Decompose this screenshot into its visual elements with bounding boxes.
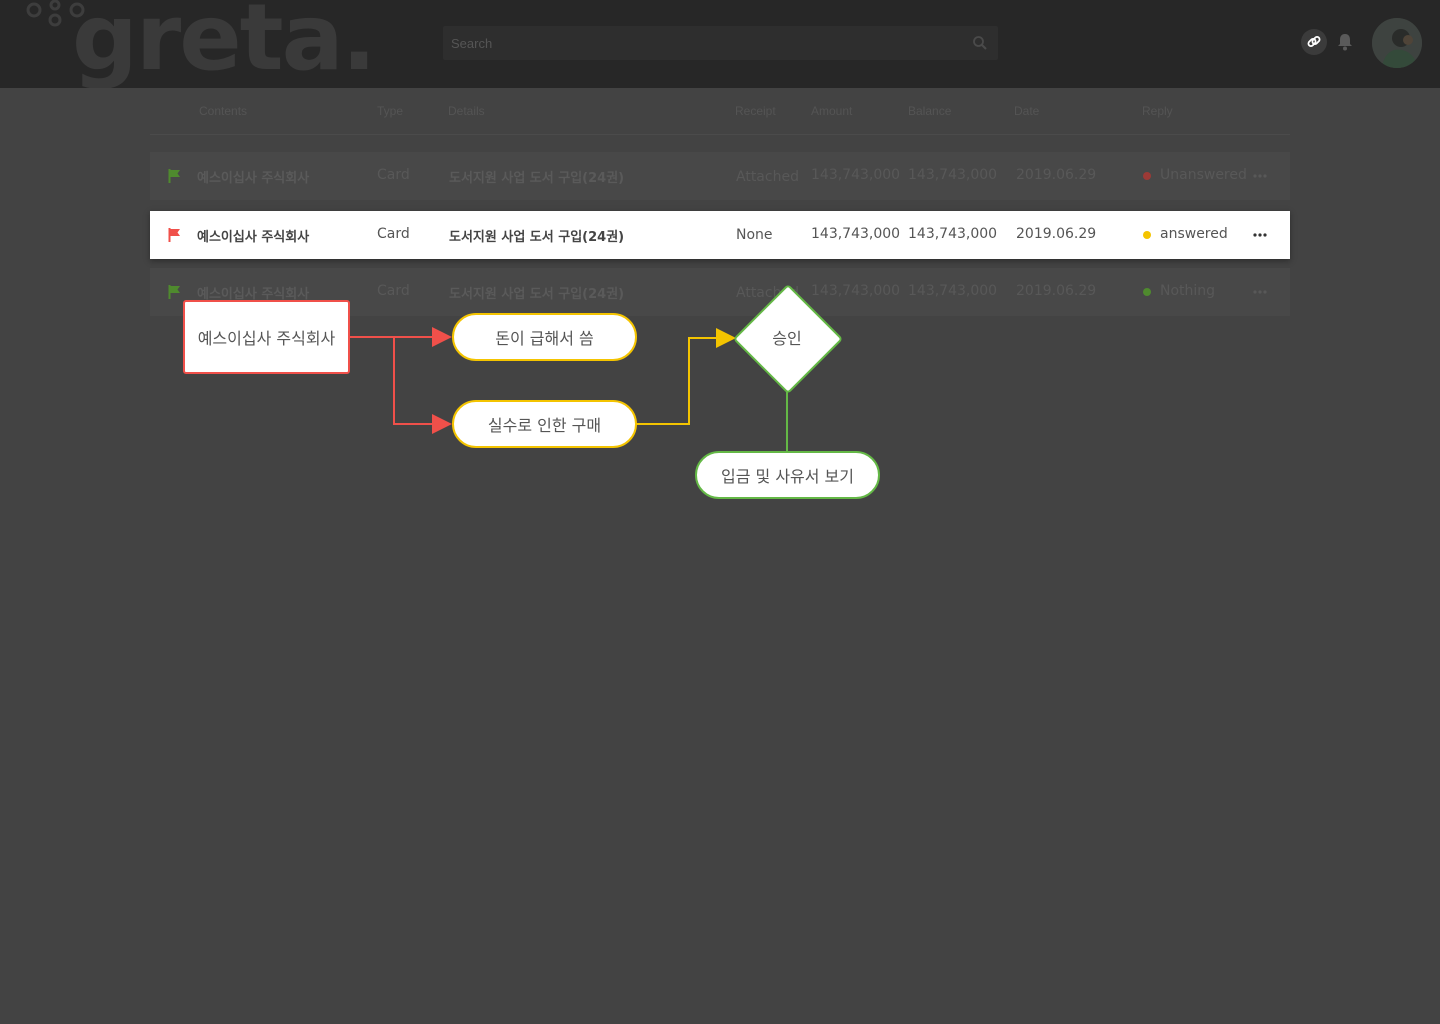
flow-node-reason-2[interactable]: 실수로 인한 구매 [452,400,637,448]
flow-node-reason-1[interactable]: 돈이 급해서 씀 [452,313,637,361]
flow-node-action[interactable]: 입금 및 사유서 보기 [695,451,880,499]
flow-connectors [349,327,788,452]
flow-node-source[interactable]: 예스이십사 주식회사 [183,300,350,374]
connector-to-reason-2 [393,337,452,434]
flow-node-decision[interactable]: 승인 [737,325,837,349]
connector-to-decision [636,328,736,425]
